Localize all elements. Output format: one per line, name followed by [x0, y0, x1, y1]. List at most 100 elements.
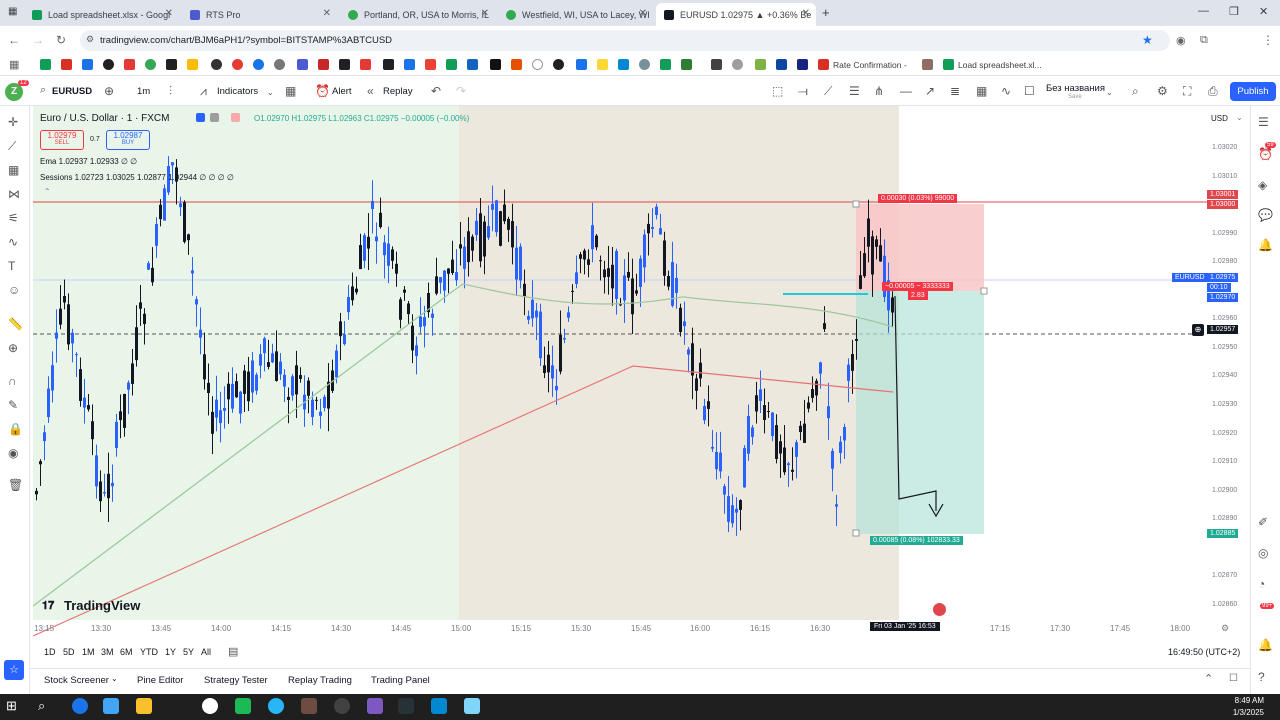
zoom-icon[interactable]: ⊕	[8, 341, 18, 355]
chrome-icon[interactable]	[72, 698, 88, 714]
compare-plus-icon[interactable]: ⊕	[104, 84, 114, 98]
chevron-down-icon[interactable]: ⌄	[1236, 113, 1243, 122]
bookmark-icon[interactable]	[511, 59, 522, 70]
app-icon[interactable]	[367, 698, 383, 714]
bookmark-icon[interactable]	[922, 59, 933, 70]
bookmark-icon[interactable]	[232, 59, 243, 70]
gmail-icon[interactable]	[818, 59, 829, 70]
chat-icon[interactable]: 💬	[1258, 208, 1273, 222]
bookmark-icon[interactable]	[211, 59, 222, 70]
ema-indicator-legend[interactable]: Ema 1.02937 1.02933 ∅ ∅	[40, 157, 137, 166]
bookmark-icon[interactable]	[711, 59, 722, 70]
app-icon[interactable]	[235, 698, 251, 714]
replay-button[interactable]: Replay	[383, 86, 413, 97]
sheets-icon[interactable]	[943, 59, 954, 70]
bookmark-icon[interactable]	[166, 59, 177, 70]
bookmark-label[interactable]: Rate Confirmation -	[833, 60, 907, 70]
close-icon[interactable]: ✕	[481, 8, 489, 19]
chevron-down-icon[interactable]: ⌄	[1106, 88, 1113, 97]
minimize-icon[interactable]: —	[1198, 5, 1209, 17]
bookmark-icon[interactable]	[618, 59, 629, 70]
currency-label[interactable]: USD	[1211, 114, 1228, 123]
range-button[interactable]: All	[201, 647, 211, 657]
interval-select[interactable]: 1m	[137, 86, 150, 97]
search-icon[interactable]: ⌕	[40, 84, 46, 97]
range-button[interactable]: YTD	[140, 647, 158, 657]
bookmark-icon[interactable]	[253, 59, 264, 70]
rectangle-tool-icon[interactable]: ⬚	[772, 84, 783, 98]
bookmark-icon[interactable]	[639, 59, 650, 70]
chart-settings-icon[interactable]: ⚙	[1221, 623, 1229, 634]
favorites-star-icon[interactable]: ☆	[4, 660, 24, 680]
text-tool-icon[interactable]: T	[8, 259, 15, 273]
close-icon[interactable]: ✕	[323, 8, 331, 19]
tab-search-icon[interactable]: ▦	[8, 6, 17, 17]
search-icon[interactable]: ⌕	[38, 698, 45, 714]
sessions-indicator-legend[interactable]: Sessions 1.02723 1.03025 1.02877 1.02944…	[40, 173, 234, 182]
bookmark-icon[interactable]	[776, 59, 787, 70]
magnet-icon[interactable]: ∩	[8, 374, 17, 388]
bookmark-icon[interactable]	[383, 59, 394, 70]
collapse-legend-icon[interactable]: ⌃	[44, 187, 51, 196]
brush-icon[interactable]: ∿	[8, 235, 18, 249]
taskbar-time[interactable]: 8:49 AM	[1222, 696, 1264, 705]
undo-icon[interactable]: ↶	[431, 84, 441, 98]
tab-strategy-tester[interactable]: Strategy Tester	[204, 675, 268, 686]
bookmark-icon[interactable]	[532, 59, 543, 70]
menu-icon[interactable]: ⋮	[1262, 33, 1274, 47]
chevron-up-icon[interactable]: ⌃	[1204, 672, 1213, 685]
bookmark-icon[interactable]	[446, 59, 457, 70]
alert-icon[interactable]: ⏰	[315, 84, 330, 98]
symbol-search[interactable]: EURUSD	[52, 86, 92, 97]
indicators-button[interactable]: Indicators	[217, 86, 258, 97]
bookmark-icon[interactable]	[681, 59, 692, 70]
sell-button[interactable]: 1.02979 SELL	[40, 130, 84, 150]
range-button[interactable]: 5Y	[183, 647, 194, 657]
position-tool-icon[interactable]: ⚟	[8, 211, 19, 225]
horizontal-line-icon[interactable]: —	[900, 84, 912, 98]
forward-icon[interactable]: →	[32, 33, 44, 47]
fullscreen-icon[interactable]: ⛶	[1183, 84, 1191, 99]
bookmark-icon[interactable]	[274, 59, 285, 70]
range-button[interactable]: 6M	[120, 647, 133, 657]
quick-search-icon[interactable]: ⌕	[1132, 84, 1139, 99]
pattern-icon[interactable]: ⋈	[8, 187, 20, 201]
tab-stock-screener[interactable]: Stock Screener	[44, 675, 109, 686]
indicators-icon[interactable]: ⩘	[200, 84, 207, 99]
browser-tab[interactable]: RTS Pro ✕	[182, 3, 337, 26]
add-alert-icon[interactable]: ⊕	[1192, 324, 1204, 336]
bookmark-icon[interactable]	[124, 59, 135, 70]
arrow-tool-icon[interactable]: ↗	[925, 84, 935, 98]
buy-button[interactable]: 1.02987 BUY	[106, 130, 150, 150]
app-icon[interactable]	[334, 698, 350, 714]
puzzle-icon[interactable]: ⧉	[1200, 34, 1208, 47]
pitchfork-icon[interactable]: ⋔	[874, 84, 884, 98]
visibility-eye-icon[interactable]: ◉	[8, 446, 18, 460]
economic-event-flag-icon[interactable]	[933, 603, 946, 616]
browser-tab-active[interactable]: EURUSD 1.02975 ▲ +0.36% Be ✕	[656, 3, 816, 26]
app-icon[interactable]	[398, 698, 414, 714]
extension-icon[interactable]: ◉	[1176, 34, 1186, 47]
instrument-title[interactable]: Euro / U.S. Dollar · 1 · FXCM	[40, 113, 169, 124]
file-explorer-icon[interactable]	[136, 698, 152, 714]
bookmark-icon[interactable]	[553, 59, 564, 70]
bookmark-icon[interactable]	[82, 59, 93, 70]
bookmark-icon[interactable]	[660, 59, 671, 70]
horizontal-ray-icon[interactable]: ⟞	[798, 84, 808, 99]
app-icon[interactable]	[103, 698, 119, 714]
fib-icon[interactable]: ☰	[849, 84, 860, 98]
back-icon[interactable]: ←	[8, 33, 20, 47]
path-icon[interactable]: ∿	[1001, 84, 1011, 98]
bell-icon[interactable]: 🔔	[1258, 238, 1273, 252]
target-icon[interactable]: ◎	[1258, 546, 1268, 560]
pen-icon[interactable]: ✐	[1258, 515, 1268, 529]
bookmark-icon[interactable]	[297, 59, 308, 70]
bookmark-star-icon[interactable]: ★	[1142, 33, 1153, 47]
bookmark-icon[interactable]	[103, 59, 114, 70]
crosshair-icon[interactable]: ✛	[8, 115, 18, 129]
app-icon[interactable]	[301, 698, 317, 714]
site-info-icon[interactable]: ⚙	[86, 34, 94, 45]
chart-clock[interactable]: 16:49:50 (UTC+2)	[1168, 647, 1240, 657]
range-button[interactable]: 3M	[101, 647, 114, 657]
lock-draw-icon[interactable]: ✎	[8, 398, 18, 412]
